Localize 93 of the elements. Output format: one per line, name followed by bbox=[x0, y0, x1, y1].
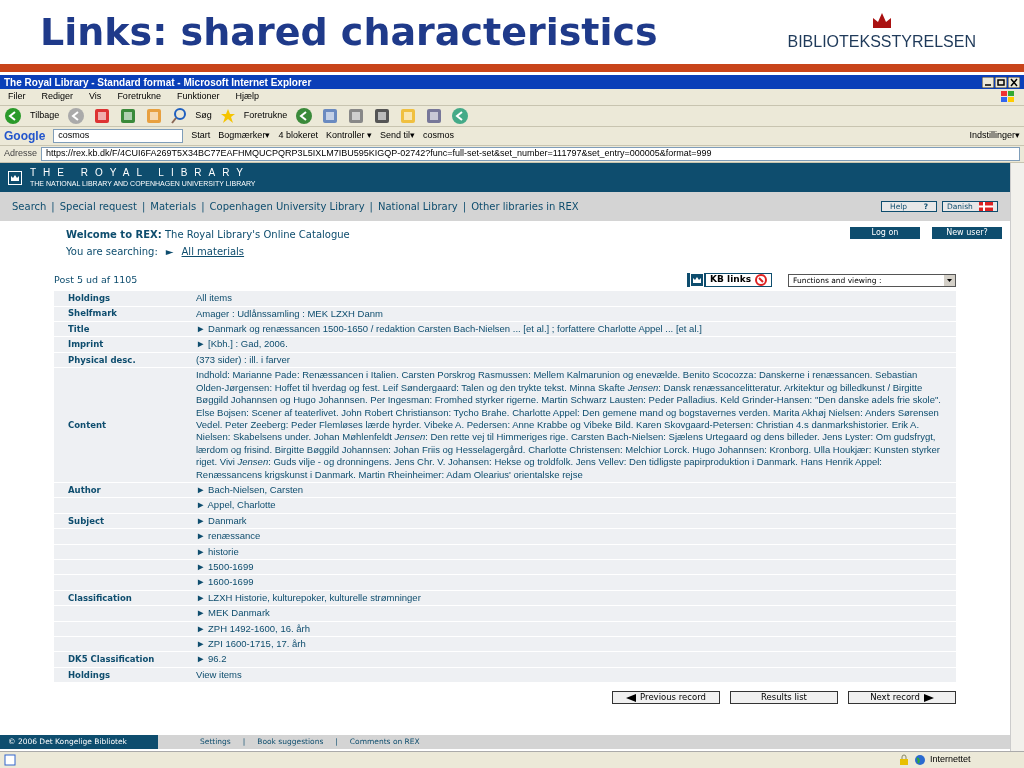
google-toolbar-item[interactable]: Kontroller ▾ bbox=[325, 129, 372, 143]
field-value: ► Bach-Nielsen, Carsten bbox=[196, 482, 305, 497]
field-value: ► MEK Danmark bbox=[196, 606, 271, 621]
nav-link[interactable]: Copenhagen University Library bbox=[209, 199, 365, 214]
nav-link[interactable]: Other libraries in REX bbox=[471, 199, 579, 214]
field-value: ► Danmark bbox=[196, 513, 248, 528]
menu-item[interactable]: Foretrukne bbox=[117, 90, 161, 104]
back-button[interactable]: Tilbage bbox=[30, 109, 60, 123]
field-value: All items bbox=[196, 291, 233, 306]
field-label: Content bbox=[68, 419, 107, 430]
field-value: View items bbox=[196, 667, 243, 682]
menu-item[interactable]: Hjælp bbox=[235, 90, 259, 104]
zone-label: Internettet bbox=[930, 753, 972, 767]
left-arrow-icon bbox=[626, 693, 637, 702]
record-nav-button[interactable]: Next record bbox=[848, 691, 956, 705]
maximize-icon[interactable] bbox=[995, 76, 1007, 88]
nav-separator: | bbox=[201, 200, 205, 214]
address-field[interactable]: https://rex.kb.dk/F/4CUI6FA269T5X34BC77EAFHMQUCPQRP3L5IXLM7IBU595KIGQP-02742?func=full-set-set&set_number=111797&set_entry=000005&format=999 bbox=[41, 147, 1020, 161]
crown-icon bbox=[8, 170, 22, 185]
field-label: Holdings bbox=[68, 293, 111, 304]
field-label: Classification bbox=[68, 592, 132, 603]
field-label: Subject bbox=[68, 515, 105, 526]
field-value: ► ZPH 1492-1600, 16. årh bbox=[196, 621, 311, 636]
menu-item[interactable]: Rediger bbox=[41, 90, 74, 104]
field-value: ► 1500-1699 bbox=[196, 559, 255, 574]
logo-text: BIBLIOTEKSSTYRELSEN bbox=[787, 32, 976, 52]
field-value: ► ZPI 1600-1715, 17. årh bbox=[196, 637, 307, 651]
google-logo: Google bbox=[4, 128, 46, 145]
nav-link[interactable]: Materials bbox=[150, 199, 197, 214]
field-label: Holdings bbox=[68, 669, 111, 680]
google-toolbar-item[interactable]: 4 blokeret bbox=[278, 129, 318, 143]
settings-button[interactable]: Indstillinger▾ bbox=[969, 129, 1020, 143]
kb-links-button[interactable]: KB links bbox=[687, 273, 772, 288]
welcome-text: Welcome to REX: The Royal Library's Online Catalogue bbox=[66, 228, 350, 242]
library-title: THE ROYAL LIBRARY bbox=[30, 168, 251, 178]
field-value: ► renæssance bbox=[196, 529, 262, 544]
menu-item[interactable]: Funktioner bbox=[176, 90, 220, 104]
google-toolbar-item[interactable]: Start bbox=[191, 129, 211, 143]
field-value: ► historie bbox=[196, 544, 240, 559]
account-button[interactable]: Log on bbox=[850, 227, 920, 239]
star-icon[interactable] bbox=[219, 108, 236, 124]
google-toolbar-item[interactable]: Send til▾ bbox=[379, 129, 415, 143]
flag-icon bbox=[979, 202, 993, 211]
nav-separator: | bbox=[462, 200, 467, 214]
record-nav-button[interactable]: Results list bbox=[730, 691, 838, 705]
nav-link[interactable]: Search bbox=[12, 199, 47, 214]
slide-title: Links: shared characteristics bbox=[40, 8, 658, 56]
page-icon bbox=[4, 754, 16, 766]
dropdown-caret-icon bbox=[944, 274, 955, 286]
field-value: ► Appel, Charlotte bbox=[196, 498, 277, 513]
close-icon[interactable] bbox=[1008, 76, 1020, 88]
field-label: DK5 Classification bbox=[68, 654, 155, 665]
arrow-marker: ► bbox=[165, 245, 174, 259]
nav-link[interactable]: Special request bbox=[59, 199, 137, 214]
menu-item[interactable]: Filer bbox=[8, 90, 26, 104]
nav-separator: | bbox=[369, 200, 373, 214]
favorites-button[interactable]: Foretrukne bbox=[243, 109, 288, 123]
field-label: Imprint bbox=[68, 339, 104, 350]
windows-logo-icon bbox=[1000, 90, 1016, 104]
crown-icon bbox=[690, 273, 705, 288]
account-button[interactable]: New user? bbox=[932, 227, 1002, 239]
google-toolbar-item[interactable]: Bogmærker▾ bbox=[218, 129, 271, 143]
field-value: ► Danmark og renæssancen 1500-1650 / redaktion Carsten Bach-Nielsen ... [et al.] ; forfattere Charlotte Appel ... [et al.] bbox=[196, 322, 703, 337]
search-icon[interactable] bbox=[171, 108, 188, 124]
searching-label: You are searching: bbox=[66, 245, 158, 259]
nav-link[interactable]: National Library bbox=[377, 199, 458, 214]
field-value: Indhold: Marianne Pade: Renæssancen i Italien. Carsten Porskrog Rasmussen: Mellem Kalmarunion og enevælde. Benito Scocozza: Danskerne i renæssancen. Sebastian Olden-Jørgensen: Hoffet til hverdag og fest. Leif Søndergaard: Talen og den trykte tekst. Minna Skafte Jensen: Dansk renæssancelitteratur. Arkitektur og billedkunst / Birgitte Bøggild Johannsen og Hugo Johannsen. Per Ingesman: Fromhed styrker rigerne. Martin Schwarz Lausten: Peder Palladius. Keld Grinder-Hansen: "Den danske adels frie skole". Else Bojsen: Scener af teaterlivet. John Robert Christianson: Tycho Brahe. Charlotte Appel: Den gemene mand og bogstavernes verden. Marita Akhøj Nielsen: Anders Sørensen Vedel. Peter Zeeberg: Peder Flemløses lærde hyrder. Vibeke A. Pedersen: Anne Krabbe og Vibeke Bild. Karen Skovgaard-Petersen: Christian 4.s danmarkshistorier. Erik A. Nielsen: Skabelsens under. Johan Møhlenfeldt Jensen: Den rette vej til Himmeriges rige. Carsten Bach-Nielsen: Sjælens Urtegaard og dens billeder. Jens Lyster: Om gudsfrygt, lærdom og frisind. Birgitte Bøggild Johannsen: Johan Friis og Hesselagergård. Charlotte Christensen: Melchior Lorck. Hugo Johannsen: Kronborg. Ulla Houkjær: Kunsten styrker riget. Vivi Jensen: Guds vilje - og dronningens. Jens Chr. V. Johansen: Hekse og troldfolk. Jens Vellev: Den tidligste papirproduktion i Danmark. Hans Henrik Appel: Renæssancens krigskunst i Danmark. Martin Rheinheimer: Adam Olearius' orientalske rejse bbox=[196, 368, 942, 482]
materials-link[interactable]: All materials bbox=[181, 244, 245, 259]
back-icon[interactable] bbox=[4, 107, 22, 125]
field-label: Title bbox=[68, 323, 90, 334]
field-value: ► [Kbh.] : Gad, 2006. bbox=[196, 337, 289, 352]
menu-item[interactable]: Vis bbox=[89, 90, 102, 104]
google-search-field[interactable]: cosmos bbox=[53, 129, 184, 143]
search-button[interactable]: Søg bbox=[195, 109, 212, 123]
google-toolbar-item[interactable]: cosmos bbox=[422, 129, 454, 143]
nav-separator: | bbox=[51, 200, 55, 214]
record-counter: Post 5 ud af 1105 bbox=[54, 273, 138, 287]
field-value: (373 sider) : ill. i farver bbox=[196, 352, 291, 367]
address-label: Adresse bbox=[4, 147, 38, 161]
field-value: ► 1600-1699 bbox=[196, 575, 255, 590]
field-value: ► 96.2 bbox=[196, 652, 228, 667]
field-label: Author bbox=[68, 484, 101, 495]
field-label: Physical desc. bbox=[68, 354, 136, 365]
minimize-icon[interactable] bbox=[982, 76, 994, 88]
field-value: Amager : Udlånssamling : MEK LZXH Danm bbox=[196, 306, 384, 321]
lock-icon bbox=[898, 754, 910, 766]
record-nav-button[interactable]: Previous record bbox=[612, 691, 720, 705]
nav-separator: | bbox=[141, 200, 146, 214]
right-arrow-icon bbox=[923, 693, 934, 702]
field-value: ► LZXH Historie, kulturepoker, kulturelle strømninger bbox=[196, 590, 422, 605]
window-title: The Royal Library - Standard format - Microsoft Internet Explorer bbox=[4, 75, 312, 90]
field-label: Shelfmark bbox=[68, 308, 117, 319]
globe-icon bbox=[914, 754, 926, 766]
